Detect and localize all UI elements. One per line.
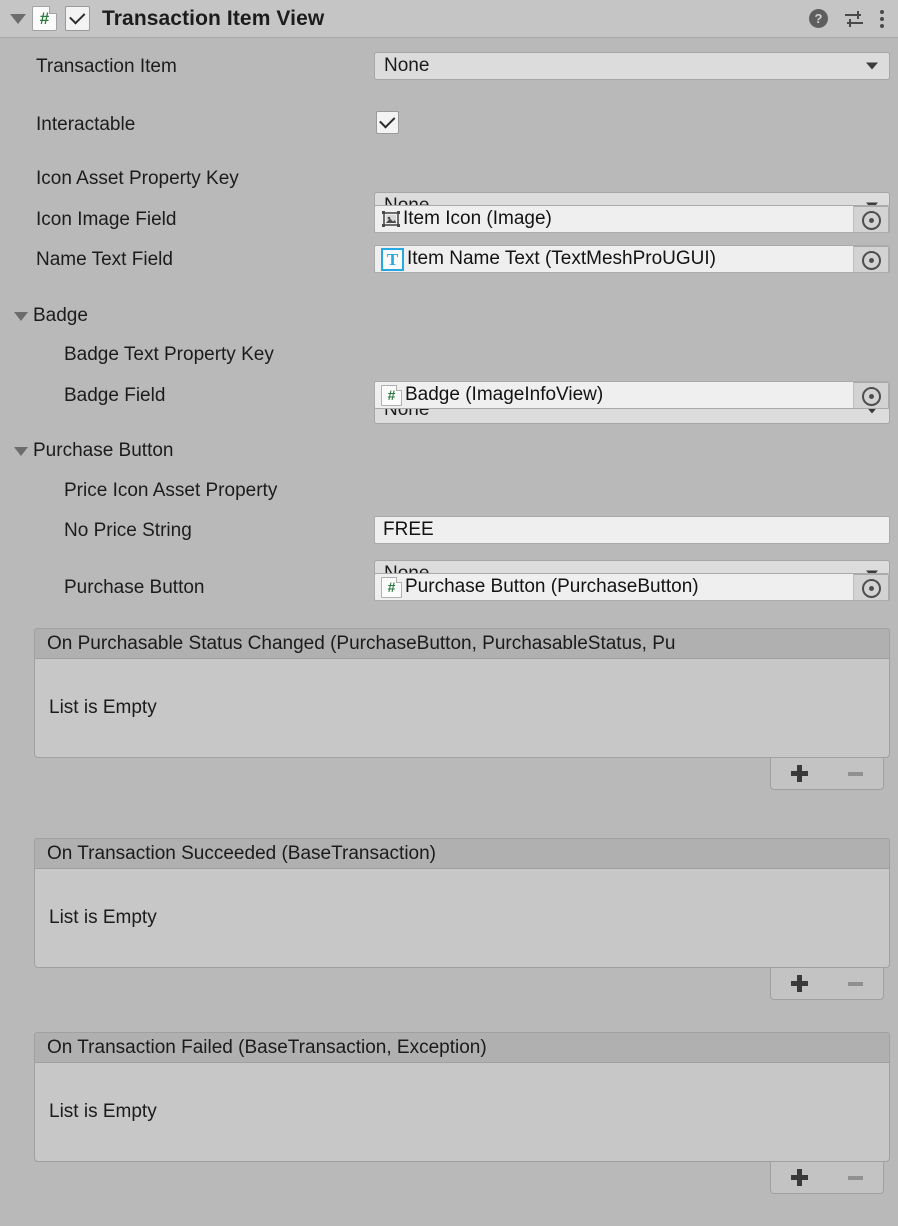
section-purchase-button-header[interactable]: Purchase Button	[0, 438, 173, 464]
label-name-text-field: Name Text Field	[36, 249, 173, 270]
foldout-icon	[14, 446, 28, 456]
remove-listener-button[interactable]	[848, 981, 863, 986]
badge-field-object[interactable]: # Badge (ImageInfoView)	[374, 381, 890, 409]
badge-field-value: Badge (ImageInfoView)	[405, 384, 604, 405]
event-empty-label: List is Empty	[49, 1101, 157, 1122]
preset-settings-icon[interactable]	[844, 10, 864, 28]
event-list-body[interactable]: List is Empty	[34, 1062, 890, 1162]
event-list-toolbar	[770, 1162, 884, 1194]
section-badge-header[interactable]: Badge	[0, 303, 88, 329]
checkmark-icon	[68, 8, 85, 25]
object-picker-button[interactable]	[853, 574, 889, 600]
label-no-price-string: No Price String	[64, 520, 192, 541]
event-on-transaction-succeeded: On Transaction Succeeded (BaseTransactio…	[34, 838, 890, 1000]
remove-listener-button[interactable]	[848, 771, 863, 776]
label-transaction-item: Transaction Item	[36, 56, 177, 77]
header-icon-group: ?	[809, 9, 884, 28]
object-picker-button[interactable]	[853, 206, 889, 232]
component-title: Transaction Item View	[102, 6, 325, 30]
label-interactable: Interactable	[36, 114, 136, 135]
event-empty-label: List is Empty	[49, 907, 157, 928]
no-price-string-value: FREE	[383, 519, 434, 540]
chevron-down-icon	[866, 62, 878, 70]
script-type-icon: #	[381, 576, 402, 598]
row-icon-asset-property-key: Icon Asset Property Key	[0, 164, 898, 194]
icon-image-field-value: Item Icon (Image)	[403, 208, 552, 229]
object-picker-button[interactable]	[853, 382, 889, 408]
event-on-purchasable-status-changed: On Purchasable Status Changed (PurchaseB…	[34, 628, 890, 790]
label-icon-image-field: Icon Image Field	[36, 209, 177, 230]
component-foldout-icon[interactable]	[10, 13, 26, 24]
script-icon-glyph: #	[387, 579, 396, 595]
foldout-icon	[14, 311, 28, 321]
script-icon-glyph: #	[387, 387, 396, 403]
row-badge-text-property-key: Badge Text Property Key	[0, 340, 898, 370]
event-empty-label: List is Empty	[49, 697, 157, 718]
add-listener-button[interactable]	[791, 765, 808, 782]
label-badge-text-property-key: Badge Text Property Key	[64, 344, 274, 365]
event-header[interactable]: On Transaction Failed (BaseTransaction, …	[34, 1032, 890, 1062]
event-list-body[interactable]: List is Empty	[34, 658, 890, 758]
no-price-string-input[interactable]: FREE	[374, 516, 890, 544]
script-icon: #	[32, 6, 57, 31]
script-icon-glyph: #	[39, 9, 50, 28]
row-interactable: Interactable	[0, 110, 898, 140]
label-price-icon-asset-property: Price Icon Asset Property	[64, 480, 278, 501]
row-price-icon-asset-property: Price Icon Asset Property	[0, 476, 898, 506]
event-header[interactable]: On Purchasable Status Changed (PurchaseB…	[34, 628, 890, 658]
name-text-field-value: Item Name Text (TextMeshProUGUI)	[407, 248, 717, 269]
textmeshpro-type-icon: T	[381, 247, 404, 271]
event-list-toolbar	[770, 758, 884, 790]
transaction-item-dropdown[interactable]: None	[374, 52, 890, 80]
remove-listener-button[interactable]	[848, 1175, 863, 1180]
add-listener-button[interactable]	[791, 975, 808, 992]
purchase-button-object[interactable]: # Purchase Button (PurchaseButton)	[374, 573, 890, 601]
add-listener-button[interactable]	[791, 1169, 808, 1186]
interactable-checkbox[interactable]	[376, 111, 399, 134]
event-on-transaction-failed: On Transaction Failed (BaseTransaction, …	[34, 1032, 890, 1194]
name-text-field-object[interactable]: T Item Name Text (TextMeshProUGUI)	[374, 245, 890, 273]
section-badge-title: Badge	[33, 305, 88, 326]
help-icon[interactable]: ?	[809, 9, 828, 28]
label-purchase-button: Purchase Button	[64, 577, 205, 598]
event-list-body[interactable]: List is Empty	[34, 868, 890, 968]
label-badge-field: Badge Field	[64, 385, 166, 406]
kebab-menu-icon[interactable]	[880, 9, 884, 28]
icon-image-field-object[interactable]: Item Icon (Image)	[374, 205, 890, 233]
event-header[interactable]: On Transaction Succeeded (BaseTransactio…	[34, 838, 890, 868]
image-type-icon	[381, 210, 400, 229]
object-picker-button[interactable]	[853, 246, 889, 272]
purchase-button-value: Purchase Button (PurchaseButton)	[405, 576, 699, 597]
event-list-toolbar	[770, 968, 884, 1000]
label-icon-asset-property-key: Icon Asset Property Key	[36, 168, 239, 189]
transaction-item-value: None	[384, 55, 430, 76]
script-type-icon: #	[381, 384, 402, 406]
component-enabled-checkbox[interactable]	[65, 6, 90, 31]
component-header[interactable]: # Transaction Item View ?	[0, 0, 898, 38]
checkmark-icon	[378, 112, 395, 129]
section-purchase-button-title: Purchase Button	[33, 440, 174, 461]
